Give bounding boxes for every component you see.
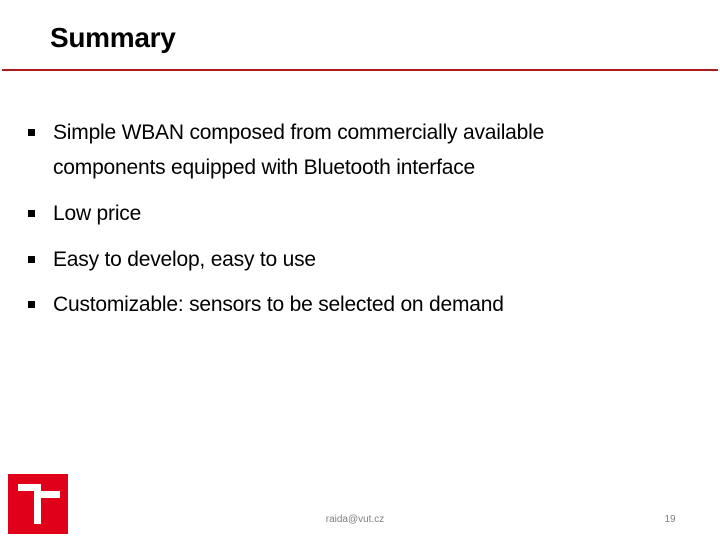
footer-email: raida@vut.cz (325, 514, 385, 525)
square-bullet-icon (28, 301, 35, 308)
square-bullet-icon (28, 129, 35, 136)
bullet-text: Low price (53, 196, 693, 231)
bullet-text-line: Simple WBAN composed from commercially a… (53, 121, 545, 144)
bullet-text: Easy to develop, easy to use (53, 242, 693, 277)
bullet-text: Simple WBAN composed from commercially a… (53, 115, 693, 185)
square-bullet-icon (28, 256, 35, 263)
vut-logo-glyph (18, 484, 60, 524)
bullet-text-line: Easy to develop, easy to use (53, 248, 316, 271)
bullet-text-line: Low price (53, 202, 142, 225)
square-bullet-icon (28, 210, 35, 217)
vut-logo-icon (8, 474, 68, 534)
slide-title: Summary (50, 22, 176, 53)
page-number: 19 (664, 514, 676, 525)
bullet-text-line: components equipped with Bluetooth inter… (53, 156, 475, 179)
bullet-text-line: Customizable: sensors to be selected on … (53, 293, 504, 316)
bullet-text: Customizable: sensors to be selected on … (53, 287, 693, 322)
title-divider (2, 69, 718, 71)
